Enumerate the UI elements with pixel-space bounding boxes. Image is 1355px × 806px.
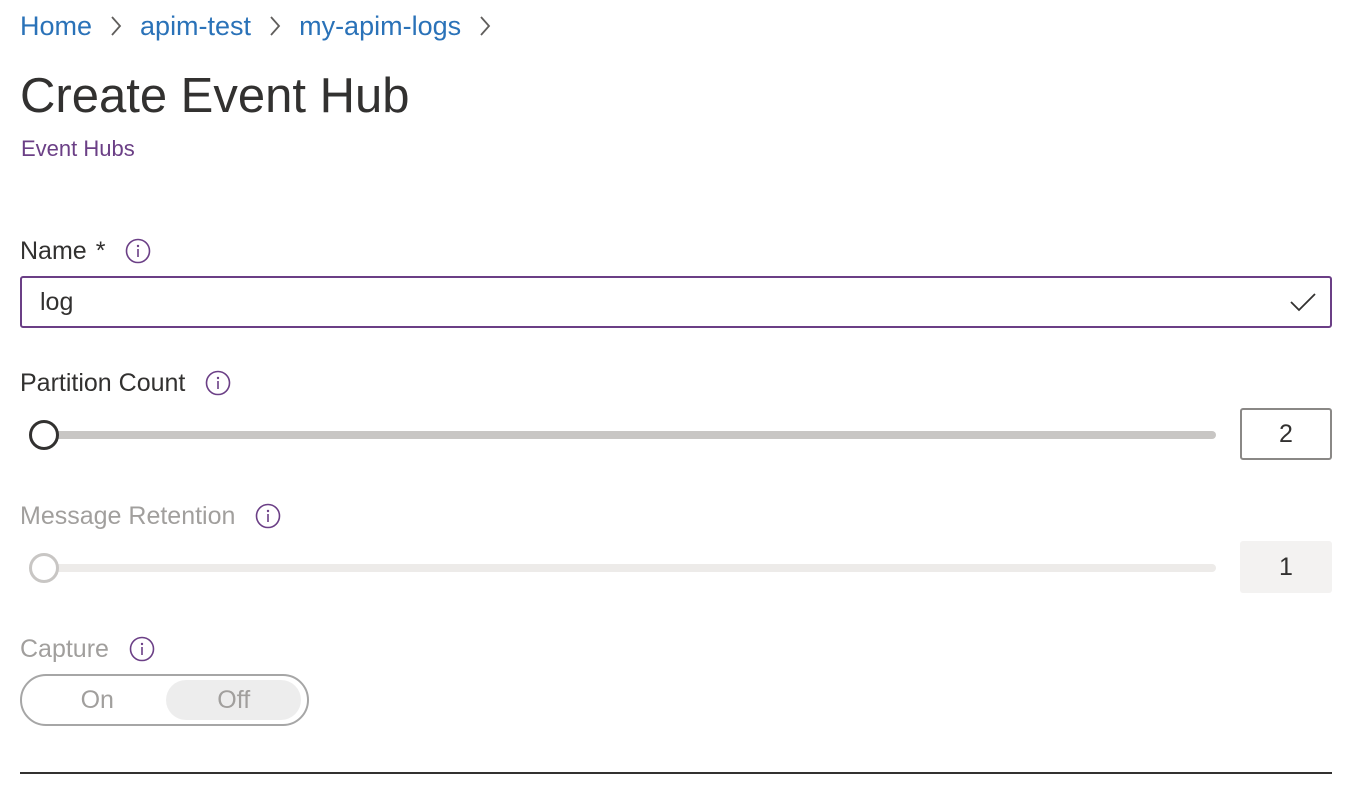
info-icon[interactable] xyxy=(255,503,281,529)
message-retention-label-row: Message Retention xyxy=(20,499,281,533)
capture-toggle-off[interactable]: Off xyxy=(166,680,301,720)
divider xyxy=(20,772,1332,774)
capture-toggle[interactable]: On Off xyxy=(20,674,309,726)
breadcrumb-apim-test[interactable]: apim-test xyxy=(140,11,251,42)
info-icon[interactable] xyxy=(125,238,151,264)
message-retention-label: Message Retention xyxy=(20,501,236,530)
name-label: Name xyxy=(20,236,87,265)
chevron-right-icon xyxy=(461,6,509,46)
page-subtitle: Event Hubs xyxy=(21,136,135,161)
checkmark-icon xyxy=(1288,287,1318,317)
partition-count-value[interactable]: 2 xyxy=(1240,408,1332,460)
required-marker: * xyxy=(95,236,106,265)
chevron-right-icon xyxy=(92,6,140,46)
message-retention-value: 1 xyxy=(1240,541,1332,593)
breadcrumb: Home apim-test my-apim-logs xyxy=(20,6,509,46)
partition-count-label: Partition Count xyxy=(20,368,186,397)
info-icon[interactable] xyxy=(205,370,231,396)
page-title: Create Event Hub xyxy=(20,69,410,123)
capture-label-row: Capture xyxy=(20,632,155,666)
capture-toggle-on[interactable]: On xyxy=(28,680,166,720)
breadcrumb-home[interactable]: Home xyxy=(20,11,92,42)
name-input[interactable] xyxy=(22,278,1288,326)
name-field[interactable] xyxy=(20,276,1332,328)
chevron-right-icon xyxy=(251,6,299,46)
info-icon[interactable] xyxy=(129,636,155,662)
capture-label: Capture xyxy=(20,634,109,663)
message-retention-slider-track xyxy=(44,564,1216,572)
partition-count-label-row: Partition Count xyxy=(20,366,231,400)
name-label-row: Name * xyxy=(20,234,151,268)
partition-count-slider-thumb[interactable] xyxy=(29,420,59,450)
breadcrumb-my-apim-logs[interactable]: my-apim-logs xyxy=(299,11,461,42)
message-retention-slider-thumb xyxy=(29,553,59,583)
partition-count-slider-track[interactable] xyxy=(44,431,1216,439)
